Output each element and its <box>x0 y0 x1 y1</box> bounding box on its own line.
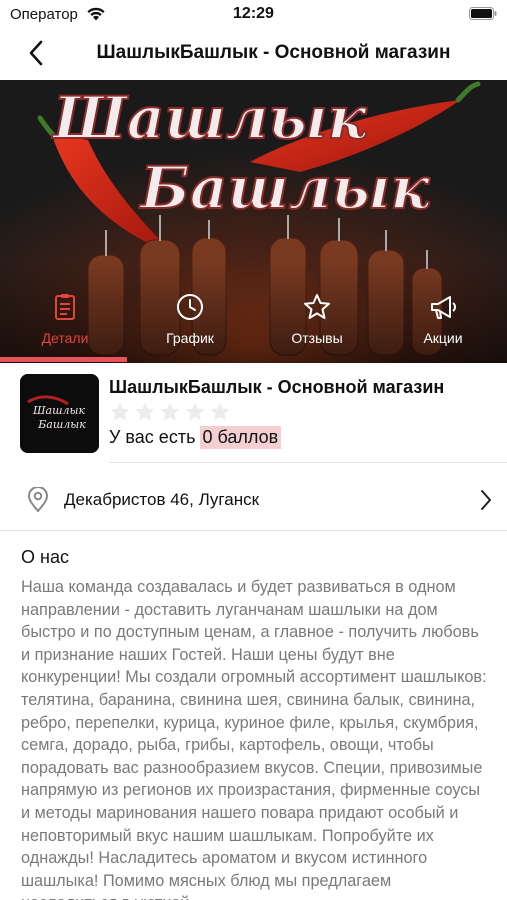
active-tab-indicator <box>0 357 127 362</box>
rating-star-icon <box>160 402 180 421</box>
tab-reviews[interactable]: Отзывы <box>267 292 367 354</box>
tab-bar: Детали График Отзывы Акции <box>0 282 507 360</box>
clipboard-icon <box>55 294 75 320</box>
about-text: Наша команда создавалась и будет развива… <box>21 578 487 900</box>
about-title: О нас <box>21 547 69 567</box>
location-pin-icon <box>27 487 49 513</box>
clock-icon <box>177 294 203 320</box>
megaphone-icon <box>431 296 456 319</box>
tab-schedule-label: График <box>166 330 214 346</box>
address-text: Декабристов 46, Луганск <box>64 490 260 509</box>
points-value: 0 баллов <box>200 426 282 449</box>
status-bar: Оператор 12:29 <box>0 0 507 28</box>
nav-bar: ШашлыкБашлык - Основной магазин <box>0 28 507 78</box>
tab-promotions[interactable]: Акции <box>393 292 493 354</box>
divider <box>0 530 507 531</box>
tab-details[interactable]: Детали <box>15 292 115 354</box>
store-logo: Шашлык Башлык <box>20 374 99 453</box>
tab-schedule[interactable]: График <box>140 292 240 354</box>
banner-logo-line2: Башлык <box>138 154 430 222</box>
rating-star-icon <box>210 402 230 421</box>
loyalty-points: У вас есть 0 баллов <box>109 426 282 449</box>
status-time: 12:29 <box>233 5 274 22</box>
store-header: Шашлык Башлык ШашлыкБашлык - Основной ма… <box>0 365 507 463</box>
back-button[interactable] <box>22 38 52 68</box>
battery-icon <box>469 7 497 20</box>
star-icon <box>304 294 330 319</box>
page-title: ШашлыкБашлык - Основной магазин <box>96 42 451 63</box>
rating-star-icon <box>135 402 155 421</box>
rating-star-icon <box>110 402 130 421</box>
store-logo-line1: Шашлык <box>32 404 85 417</box>
store-logo-line2: Башлык <box>37 418 86 431</box>
rating-star-icon <box>185 402 205 421</box>
chevron-right-icon <box>481 490 491 510</box>
tab-reviews-label: Отзывы <box>291 330 343 346</box>
banner-logo-line1: Шашлык <box>51 84 367 152</box>
tab-promotions-label: Акции <box>423 330 463 346</box>
rating-stars <box>109 401 234 423</box>
store-name: ШашлыкБашлык - Основной магазин <box>109 377 445 397</box>
points-prefix: У вас есть <box>109 427 196 447</box>
divider <box>109 462 507 463</box>
address-row[interactable]: Декабристов 46, Луганск <box>0 472 507 528</box>
tab-details-label: Детали <box>41 330 89 346</box>
